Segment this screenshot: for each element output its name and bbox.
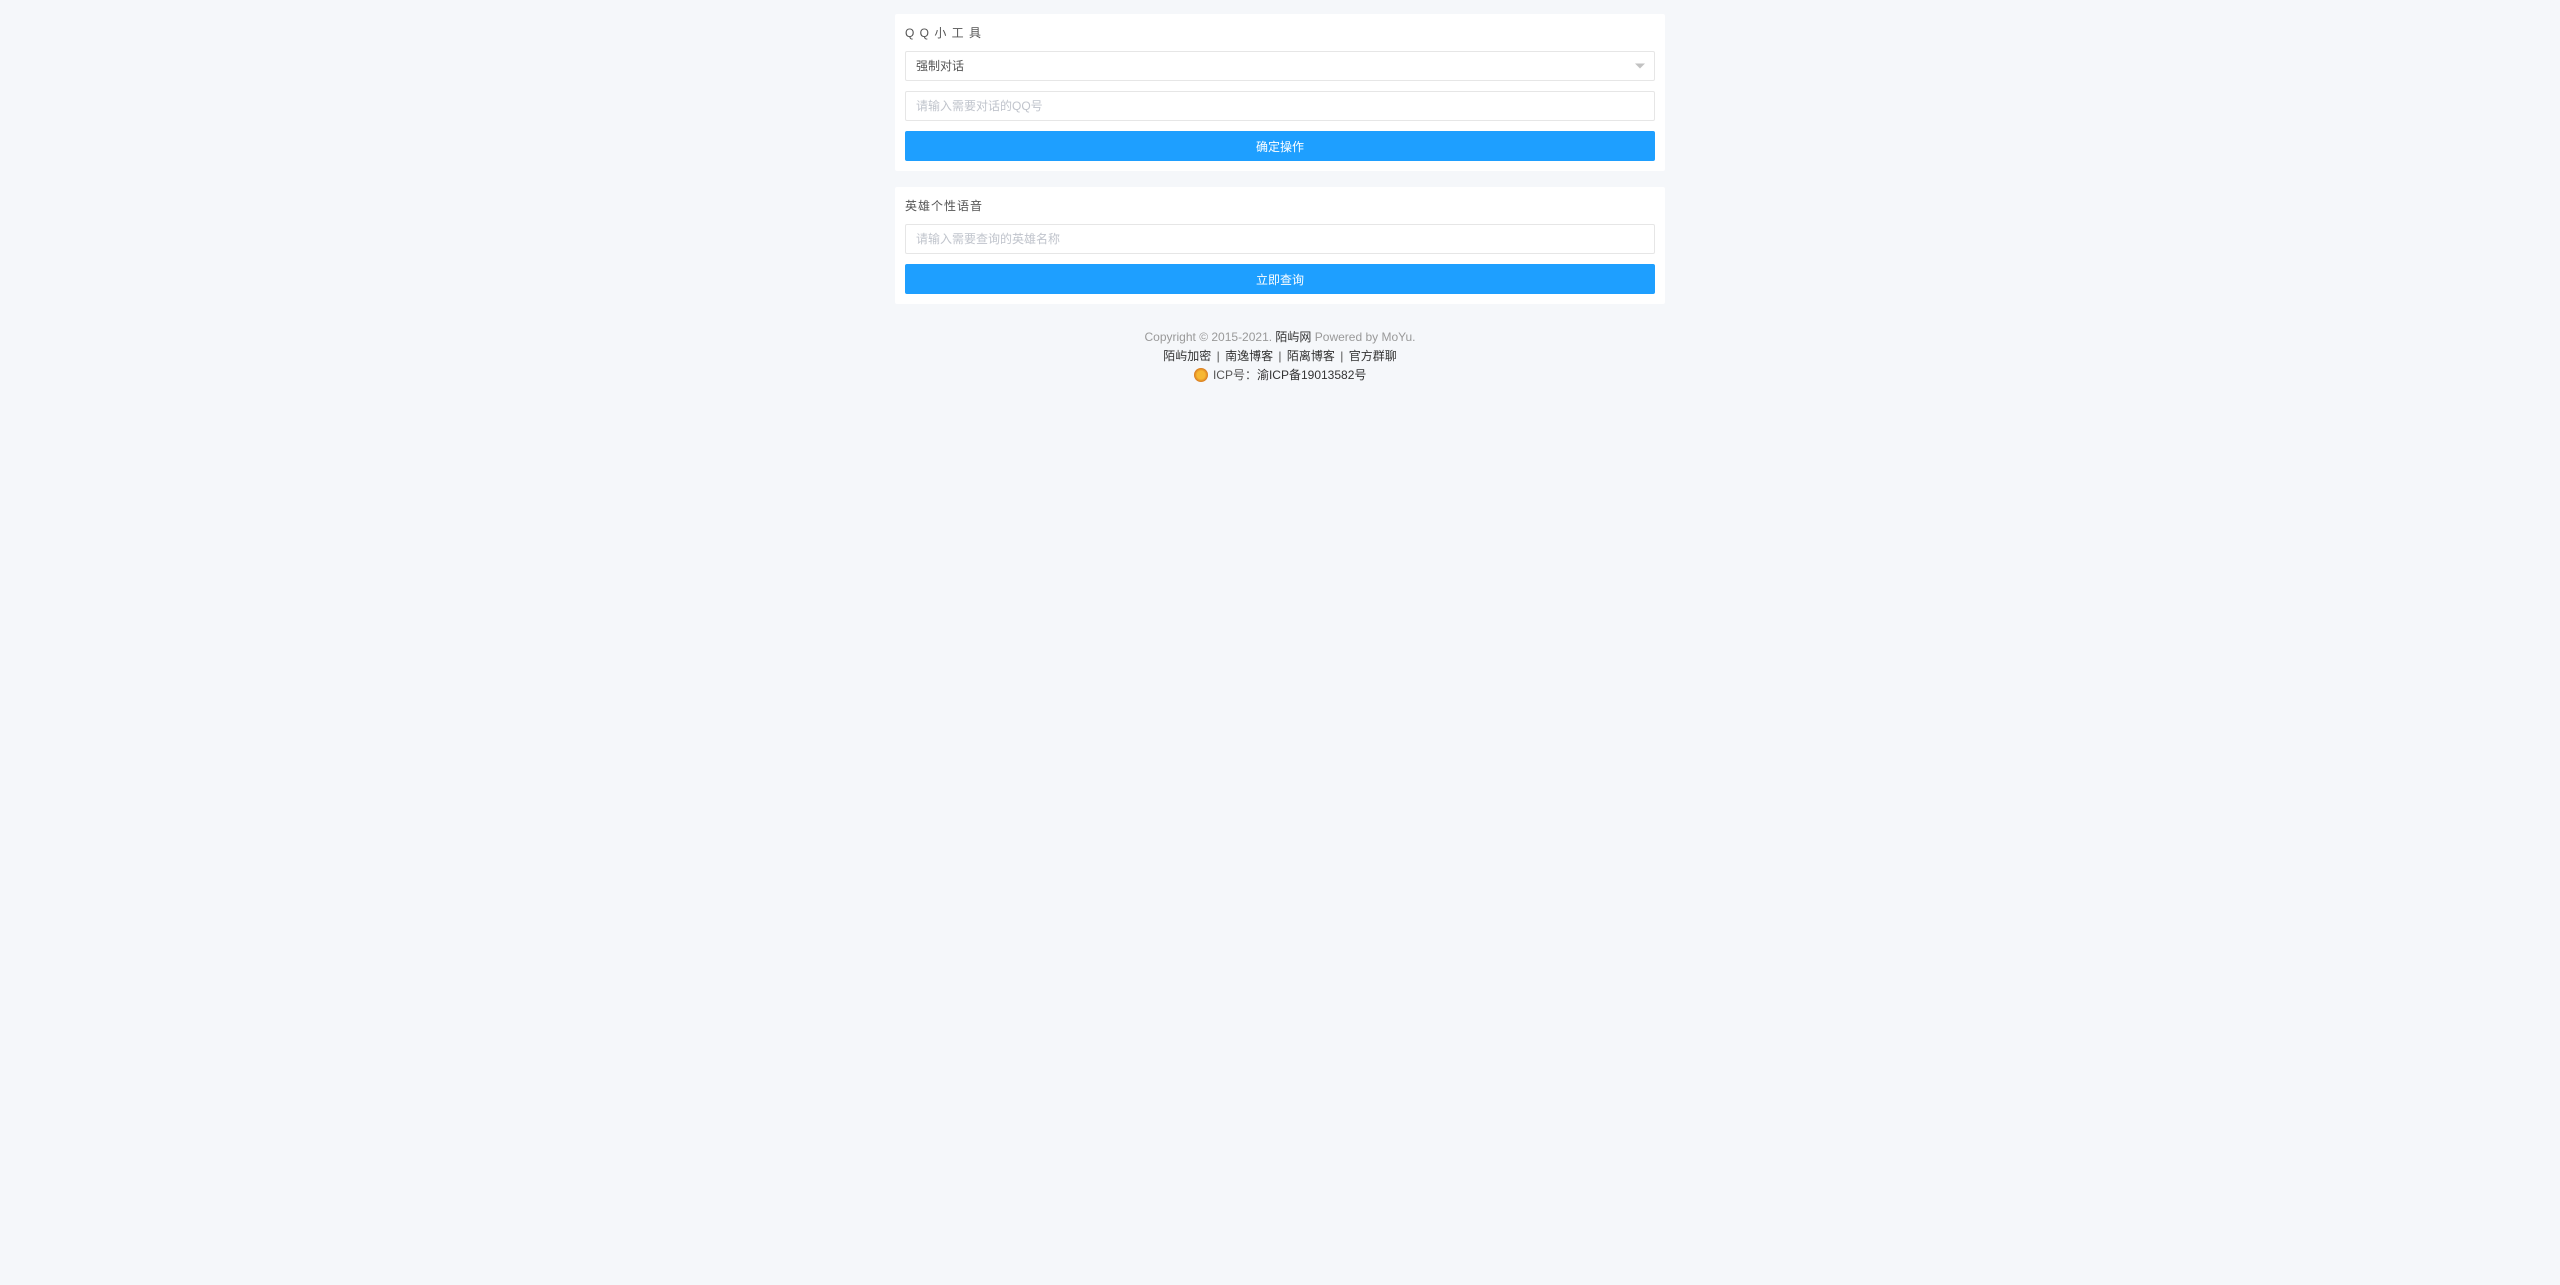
hero-name-input[interactable] [905,224,1655,254]
icp-number-link[interactable]: 渝ICP备19013582号 [1257,368,1366,382]
footer-link-encrypt[interactable]: 陌屿加密 [1163,349,1211,363]
footer-separator: | [1337,349,1347,363]
icp-line: ICP号：渝ICP备19013582号 [895,366,1665,385]
copyright-line: Copyright © 2015-2021. 陌屿网 Powered by Mo… [895,328,1665,347]
qq-number-input[interactable] [905,91,1655,121]
qq-tool-submit-button[interactable]: 确定操作 [905,131,1655,161]
qq-tool-select[interactable]: 强制对话 [905,51,1655,81]
qq-tool-select-wrapper: 强制对话 [905,51,1655,81]
qq-tool-title: Q Q 小 工 具 [905,24,1655,41]
hero-voice-title: 英雄个性语音 [905,197,1655,214]
icp-badge-icon [1194,368,1208,382]
copyright-prefix: Copyright © 2015-2021. [1145,330,1276,344]
footer-link-moli[interactable]: 陌离博客 [1287,349,1335,363]
footer: Copyright © 2015-2021. 陌屿网 Powered by Mo… [895,320,1665,406]
hero-voice-panel: 英雄个性语音 立即查询 [895,187,1665,304]
footer-link-nanyi[interactable]: 南逸博客 [1225,349,1273,363]
hero-voice-submit-button[interactable]: 立即查询 [905,264,1655,294]
footer-link-group[interactable]: 官方群聊 [1349,349,1397,363]
footer-links-line: 陌屿加密 | 南逸博客 | 陌离博客 | 官方群聊 [895,347,1665,366]
qq-tool-panel: Q Q 小 工 具 强制对话 确定操作 [895,14,1665,171]
footer-separator: | [1275,349,1285,363]
footer-separator: | [1213,349,1223,363]
copyright-suffix: Powered by MoYu. [1311,330,1415,344]
icp-label: ICP号： [1210,368,1257,382]
site-name-link[interactable]: 陌屿网 [1275,330,1311,344]
